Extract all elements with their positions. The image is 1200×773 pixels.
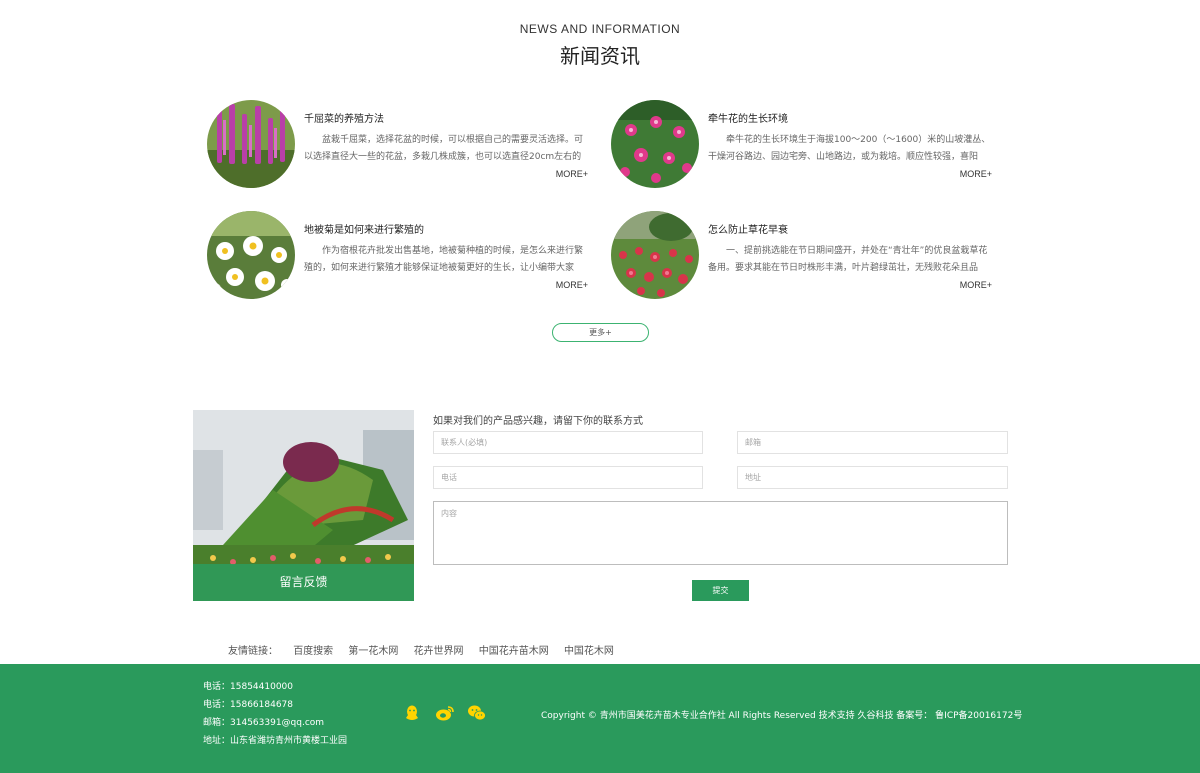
footer: 电话：15854410000 电话：15866184678 邮箱：3145633…	[0, 664, 1200, 773]
flower-field-photo[interactable]	[611, 211, 699, 299]
news-title[interactable]: 千屈菜的养殖方法	[304, 110, 384, 125]
news-summary: 盆栽千屈菜，选择花盆的时候，可以根据自己的需要灵活选择。可以选择直径大一些的花盆…	[304, 135, 584, 162]
news-item[interactable]: 怎么防止草花早衰 一、提前挑选能在节日期间盛开，并处在“青壮年”的优良盆栽草花备…	[611, 211, 993, 301]
news-item[interactable]: 牵牛花的生长环境 牵牛花的生长环境生于海拔100～200（～1600）米的山坡灌…	[611, 100, 993, 190]
chrysanthemum-photo[interactable]	[207, 211, 295, 299]
news-more-link[interactable]: MORE+	[556, 280, 588, 290]
news-title[interactable]: 怎么防止草花早衰	[708, 221, 788, 236]
friendly-link-baidu[interactable]: 百度搜索	[293, 646, 333, 657]
email-input[interactable]	[737, 431, 1008, 454]
address-input[interactable]	[737, 466, 1008, 489]
news-section-header: NEWS AND INFORMATION 新闻资讯	[0, 22, 1200, 69]
news-more-link[interactable]: MORE+	[960, 280, 992, 290]
social-icons	[403, 704, 494, 726]
friendly-link-miaomu[interactable]: 中国花卉苗木网	[479, 646, 549, 657]
friendly-link-huahui[interactable]: 花卉世界网	[414, 646, 464, 657]
contact-phone-1: 电话：15854410000	[203, 682, 294, 692]
submit-button[interactable]: 提交	[692, 580, 749, 601]
news-summary: 作为宿根花卉批发出售基地，地被菊种植的时候，是怎么来进行繁殖的，如何来进行繁殖才…	[304, 246, 584, 273]
qq-icon[interactable]	[403, 704, 421, 722]
news-title-cn: 新闻资讯	[560, 44, 640, 68]
feedback-prompt: 如果对我们的产品感兴趣，请留下你的联系方式	[433, 416, 643, 427]
loosestrife-photo[interactable]	[207, 100, 295, 188]
friendly-links: 友情链接： 百度搜索 第一花木网 花卉世界网 中国花卉苗木网 中国花木网	[228, 642, 626, 657]
wechat-icon[interactable]	[467, 704, 487, 722]
contact-phone-2: 电话：15866184678	[203, 700, 294, 710]
news-title[interactable]: 地被菊是如何来进行繁殖的	[304, 221, 424, 236]
news-item[interactable]: 千屈菜的养殖方法 盆栽千屈菜，选择花盆的时候，可以根据自己的需要灵活选择。可以选…	[207, 100, 589, 190]
contact-email: 邮箱：314563391@qq.com	[203, 718, 325, 728]
content-textarea[interactable]	[433, 501, 1008, 565]
news-summary: 牵牛花的生长环境生于海拔100～200（～1600）米的山坡灌丛、干燥河谷路边、…	[708, 135, 991, 162]
more-news-button[interactable]: 更多+	[552, 323, 649, 342]
friendly-link-huamu[interactable]: 第一花木网	[348, 646, 398, 657]
news-summary: 一、提前挑选能在节日期间盛开，并处在“青壮年”的优良盆栽草花备用。要求其能在节日…	[708, 246, 988, 273]
news-more-link[interactable]: MORE+	[556, 169, 588, 179]
garden-fan-photo: 留言反馈	[193, 410, 414, 601]
friendly-link-zhongguo-huamu[interactable]: 中国花木网	[564, 646, 614, 657]
footer-contact: 电话：15854410000 电话：15866184678 邮箱：3145633…	[203, 678, 347, 750]
news-title-en: NEWS AND INFORMATION	[519, 22, 681, 36]
contact-name-input[interactable]	[433, 431, 703, 454]
morning-glory-photo[interactable]	[611, 100, 699, 188]
phone-input[interactable]	[433, 466, 703, 489]
weibo-icon[interactable]	[435, 704, 454, 722]
contact-address: 地址：山东省潍坊青州市黄楼工业园	[203, 736, 348, 746]
news-more-link[interactable]: MORE+	[960, 169, 992, 179]
copyright-text: Copyright © 青州市国美花卉苗木专业合作社 All Rights Re…	[541, 711, 1023, 721]
news-title[interactable]: 牵牛花的生长环境	[708, 110, 788, 125]
feedback-label: 留言反馈	[193, 564, 414, 601]
friendly-links-label: 友情链接：	[228, 646, 278, 657]
news-item[interactable]: 地被菊是如何来进行繁殖的 作为宿根花卉批发出售基地，地被菊种植的时候，是怎么来进…	[207, 211, 589, 301]
